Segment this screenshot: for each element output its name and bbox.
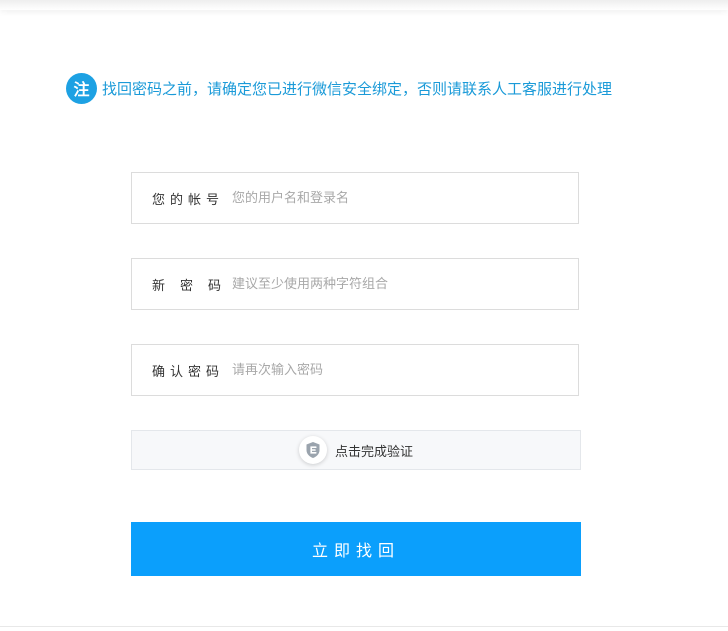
confirm-password-input[interactable] <box>232 350 578 390</box>
account-label: 您的帐号 <box>152 192 225 208</box>
shield-icon <box>298 436 327 464</box>
header-shadow <box>0 0 728 10</box>
notice-badge: 注 <box>66 72 97 104</box>
account-input[interactable] <box>232 178 578 218</box>
confirm-password-field: 确认密码 <box>131 344 579 396</box>
password-recovery-page: 注 找回密码之前，请确定您已进行微信安全绑定，否则请联系人工客服进行处理 您的帐… <box>0 0 728 631</box>
account-field: 您的帐号 <box>131 172 579 224</box>
submit-button[interactable]: 立即找回 <box>131 522 581 576</box>
bottom-divider <box>0 626 728 627</box>
captcha-button[interactable]: 点击完成验证 <box>131 430 581 470</box>
notice-banner: 注 找回密码之前，请确定您已进行微信安全绑定，否则请联系人工客服进行处理 <box>66 72 613 104</box>
notice-text: 找回密码之前，请确定您已进行微信安全绑定，否则请联系人工客服进行处理 <box>102 79 613 98</box>
captcha-label: 点击完成验证 <box>334 444 413 460</box>
new-password-field: 新密码 <box>131 258 579 310</box>
confirm-password-label: 确认密码 <box>152 364 225 380</box>
new-password-input[interactable] <box>232 264 578 304</box>
new-password-label: 新密码 <box>152 278 237 294</box>
